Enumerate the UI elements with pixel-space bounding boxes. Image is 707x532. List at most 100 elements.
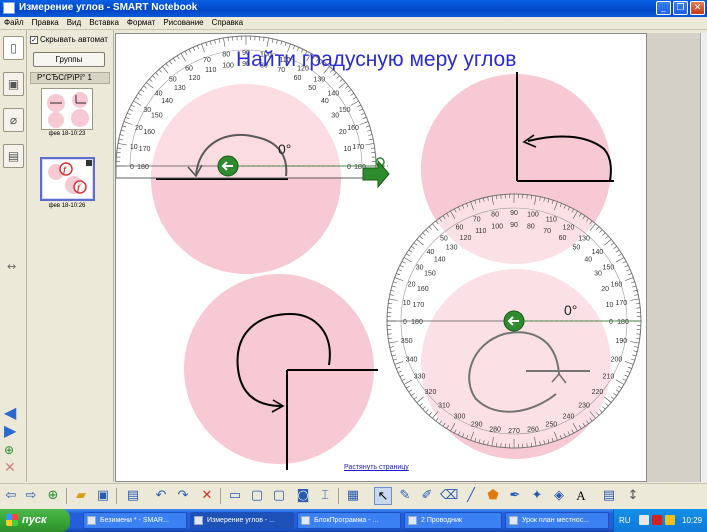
protractor-2-label: 60	[559, 235, 567, 242]
menu-draw[interactable]: Рисование	[159, 17, 207, 27]
vertical-scrollbar[interactable]	[700, 33, 707, 482]
add-page-icon[interactable]: ⊕	[4, 441, 14, 459]
magic-pen-icon[interactable]: ✒	[506, 487, 524, 505]
select-tool-icon[interactable]: ↖	[374, 487, 392, 505]
menu-file[interactable]: Файл	[0, 17, 28, 27]
text-tool-icon[interactable]: A	[572, 487, 590, 505]
eraser-icon[interactable]: ⌫	[440, 487, 458, 505]
tab-page-sorter[interactable]: ▯	[3, 36, 24, 60]
protractor-1-label: 150	[339, 107, 351, 114]
protractor-1-label: 160	[143, 129, 155, 136]
groups-button[interactable]: Группы	[33, 52, 105, 67]
menu-bar: Файл Правка Вид Вставка Формат Рисование Справ…	[0, 17, 707, 30]
task-label: БлокПрограмма - ...	[314, 517, 379, 524]
protractor-1-label: 20	[339, 129, 347, 136]
clock: 10:29	[682, 516, 703, 525]
protractor-2-label: 140	[592, 249, 604, 256]
resize-arrows-icon[interactable]: ↔	[7, 260, 16, 273]
taskbar-item-4[interactable]: 2 Проводник	[404, 512, 502, 529]
protractor-1-readout: 0°	[278, 141, 291, 157]
menu-format[interactable]: Формат	[123, 17, 159, 27]
windows-taskbar: пуск Безимени * - SMAR... Измерение угло…	[0, 509, 707, 532]
close-button[interactable]: ✕	[690, 1, 705, 15]
tab-attachments[interactable]: ⌀	[3, 108, 24, 132]
folder-icon	[408, 516, 417, 525]
protractor-2-label: 320	[425, 389, 437, 396]
system-tray: RU 10:29	[613, 509, 707, 532]
taskbar-item-5[interactable]: Урок план местнос...	[505, 512, 609, 529]
protractor-2-label: 120	[563, 225, 575, 232]
menu-view[interactable]: Вид	[63, 17, 85, 27]
protractor-1-label: 0	[130, 164, 134, 171]
tray-app-icon[interactable]	[639, 515, 649, 525]
task-label: Урок план местнос...	[522, 517, 590, 524]
magic-wand-icon[interactable]: ✦	[528, 487, 546, 505]
task-app-icon	[87, 516, 96, 525]
extend-page-link[interactable]: Растянуть страницу	[344, 464, 409, 471]
network-icon[interactable]	[665, 515, 675, 525]
protractor-2[interactable]: 0 18010 1702016030150401405013060120701108…	[386, 193, 642, 449]
previous-page-icon[interactable]: ◀	[4, 404, 16, 422]
protractor-2-label: 30	[594, 271, 602, 278]
shapes-tool-icon[interactable]: ⬟	[484, 487, 502, 505]
toolbar-move-icon[interactable]: ↕	[624, 487, 642, 505]
delete-icon[interactable]: ✕	[198, 487, 216, 505]
screen-capture-icon[interactable]: ◙	[294, 487, 312, 505]
display-icon[interactable]: ▢	[270, 487, 288, 505]
redo-icon[interactable]: ↷	[174, 487, 192, 505]
pen-tool-icon[interactable]: ✎	[396, 487, 414, 505]
protractor-2-label: 160	[611, 282, 623, 289]
task-label: 2 Проводник	[421, 517, 462, 524]
language-indicator[interactable]: RU	[619, 516, 631, 525]
creative-pen-icon[interactable]: ✐	[418, 487, 436, 505]
protractor-1-label: 180	[137, 164, 149, 171]
save-icon[interactable]: ▣	[94, 487, 112, 505]
delete-page-icon[interactable]: ✕	[4, 459, 16, 477]
back-icon[interactable]: ⇦	[2, 487, 20, 505]
whiteboard-canvas[interactable]: 0 10 20 30 40 50 60 70 80 90 100 110 120 130 140 150 160…	[115, 33, 647, 482]
group-header[interactable]: Р°СЂСѓРїРї° 1	[30, 72, 110, 84]
app-icon	[3, 2, 15, 14]
antivirus-icon[interactable]	[652, 515, 662, 525]
protractor-2-readout: 0°	[564, 302, 577, 318]
toolbar-separator	[116, 488, 117, 504]
properties-tool-icon[interactable]: ▤	[600, 487, 618, 505]
menu-insert[interactable]: Вставка	[85, 17, 123, 27]
start-button[interactable]: пуск	[0, 509, 70, 532]
paste-icon[interactable]: ▤	[124, 487, 142, 505]
protractor-1-label: 140	[327, 91, 339, 98]
tab-gallery[interactable]: ▣	[3, 72, 24, 96]
maximize-button[interactable]: ❐	[673, 1, 688, 15]
page-thumbnail-2[interactable]: f f	[40, 157, 95, 201]
document-camera-icon[interactable]: ⌶	[316, 487, 334, 505]
next-page-icon[interactable]: ▶	[4, 422, 16, 440]
screen-shade-icon[interactable]: ▭	[226, 487, 244, 505]
taskbar-item-1[interactable]: Безимени * - SMAR...	[83, 512, 187, 529]
tab-properties[interactable]: ▤	[3, 144, 24, 168]
protractor-2-label: 180	[617, 319, 629, 326]
protractor-2-label: 100	[491, 223, 503, 230]
undo-icon[interactable]: ↶	[152, 487, 170, 505]
autohide-checkbox[interactable]: ✓ Скрывать автомат	[30, 35, 110, 47]
line-tool-icon[interactable]: ╱	[462, 487, 480, 505]
protractor-2-label: 60	[456, 225, 464, 232]
taskbar-item-2[interactable]: Измерение углов - ...	[190, 512, 294, 529]
protractor-1-label: 10	[130, 144, 138, 151]
forward-icon[interactable]: ⇨	[22, 487, 40, 505]
fill-tool-icon[interactable]: ◈	[550, 487, 568, 505]
menu-edit[interactable]: Правка	[28, 17, 63, 27]
page-caption-2: фев 18-10:26	[48, 203, 86, 209]
page-thumbnail-1-preview	[47, 92, 89, 128]
add-page-toolbar-icon[interactable]: ⊕	[44, 487, 62, 505]
protractor-2-label: 130	[446, 245, 458, 252]
protractor-1-label: 170	[352, 144, 364, 151]
taskbar-item-3[interactable]: БлокПрограмма - ...	[297, 512, 401, 529]
table-icon[interactable]: ▦	[344, 487, 362, 505]
task-app-icon	[509, 516, 518, 525]
open-folder-icon[interactable]: ▰	[72, 487, 90, 505]
full-screen-icon[interactable]: ▢	[248, 487, 266, 505]
page-thumbnail-1[interactable]	[41, 88, 93, 130]
menu-help[interactable]: Справка	[208, 17, 247, 27]
protractor-1-label: 160	[347, 125, 359, 132]
minimize-button[interactable]: _	[656, 1, 671, 15]
